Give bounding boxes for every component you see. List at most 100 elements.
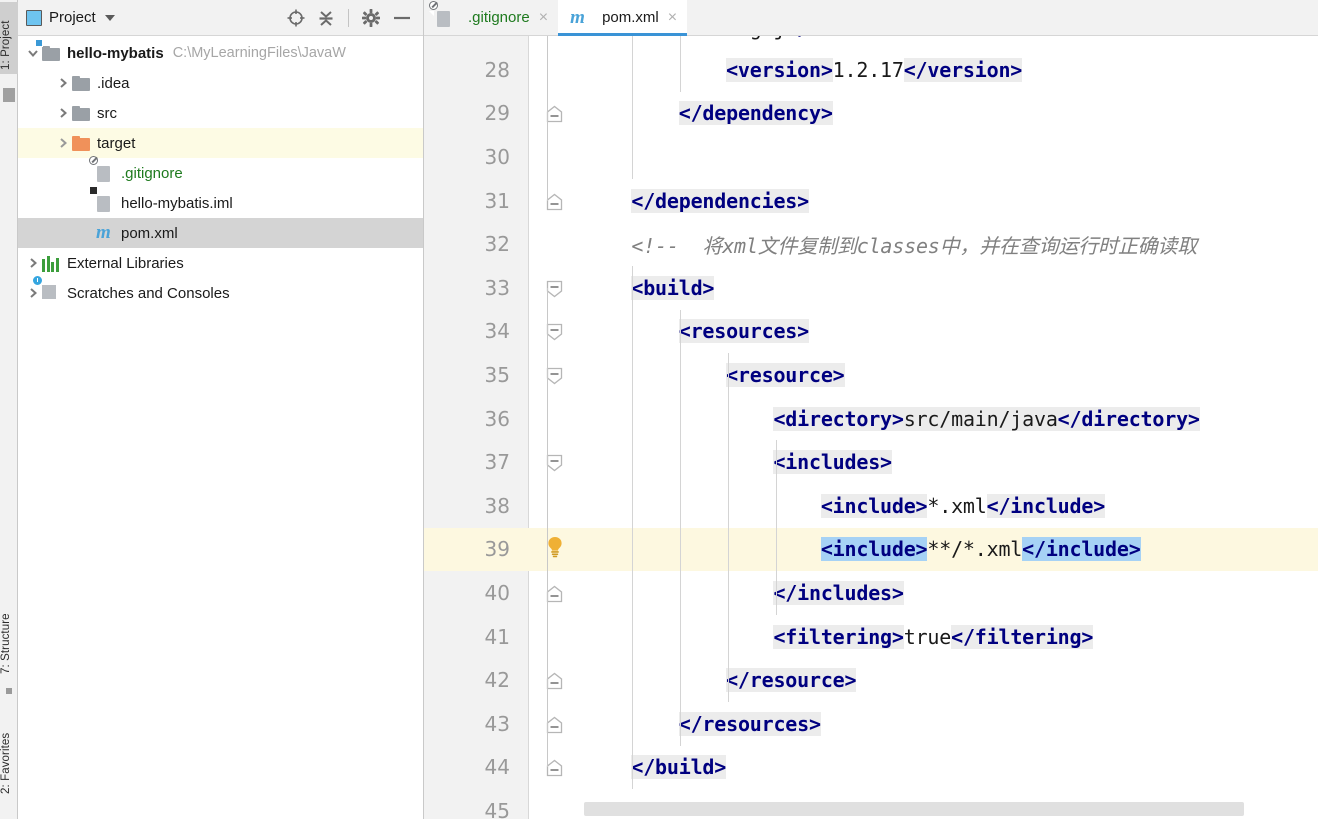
code-line[interactable]: 36 <directory> src/main/java </directory> bbox=[424, 397, 1318, 441]
code-editor[interactable]: <artifactId>log4j</artifactId>28 <versio… bbox=[424, 36, 1318, 819]
code-line[interactable]: 38 <include> *.xml </include> bbox=[424, 484, 1318, 528]
code-line[interactable]: 35 <resource> bbox=[424, 353, 1318, 397]
fold-gutter-cell[interactable] bbox=[530, 397, 576, 441]
chevron-collapsed-icon[interactable] bbox=[24, 284, 42, 302]
editor-tab-label: .gitignore bbox=[468, 9, 530, 26]
code-line-text: <!-- 将xml文件复制到classes中，并在查询运行时正确读取 bbox=[584, 222, 1197, 266]
fold-gutter-cell[interactable] bbox=[530, 222, 576, 266]
code-line[interactable]: 34 <resources> bbox=[424, 310, 1318, 354]
folder-icon bbox=[72, 74, 92, 92]
code-line[interactable]: 29 </dependency> bbox=[424, 92, 1318, 136]
code-line[interactable]: 39 <include> **/*.xml </include> bbox=[424, 527, 1318, 572]
code-line[interactable]: 44 </build> bbox=[424, 746, 1318, 790]
minimize-icon[interactable] bbox=[391, 8, 413, 28]
code-token: <!-- 将xml文件复制到classes中，并在查询运行时正确读取 bbox=[631, 233, 1198, 258]
tree-node-target[interactable]: target bbox=[18, 128, 423, 158]
code-line[interactable]: 42 </resource> bbox=[424, 658, 1318, 702]
tree-node-scratches-and-consoles[interactable]: Scratches and Consoles bbox=[18, 275, 423, 308]
chevron-collapsed-icon[interactable] bbox=[54, 104, 72, 122]
fold-gutter-cell[interactable] bbox=[530, 789, 576, 819]
fold-gutter-cell[interactable] bbox=[530, 92, 576, 136]
code-token: </artifactId> bbox=[785, 36, 939, 40]
horizontal-scrollbar[interactable] bbox=[584, 802, 1244, 816]
fold-end-icon[interactable] bbox=[546, 585, 563, 603]
code-token: </dependency> bbox=[678, 101, 833, 126]
fold-end-icon[interactable] bbox=[546, 193, 563, 210]
tree-node-gitignore[interactable]: .gitignore bbox=[18, 156, 423, 188]
tool-button-project[interactable]: 1: Project bbox=[0, 2, 18, 74]
code-lines[interactable]: <artifactId>log4j</artifactId>28 <versio… bbox=[424, 36, 1318, 819]
code-line[interactable]: 43 </resources> bbox=[424, 702, 1318, 746]
tool-button-favorites[interactable]: 2: Favorites bbox=[0, 706, 18, 798]
fold-start-icon[interactable] bbox=[546, 454, 563, 472]
chevron-collapsed-icon[interactable] bbox=[54, 74, 72, 92]
code-line[interactable]: 31 </dependencies> bbox=[424, 179, 1318, 223]
fold-end-icon[interactable] bbox=[546, 716, 563, 733]
fold-gutter-cell[interactable] bbox=[530, 179, 576, 223]
fold-gutter-cell[interactable] bbox=[530, 615, 576, 659]
tree-node-external-libraries[interactable]: External Libraries bbox=[18, 248, 423, 278]
maven-file-icon: m bbox=[96, 222, 111, 243]
fold-start-icon[interactable] bbox=[546, 280, 563, 298]
chevron-collapsed-icon[interactable] bbox=[24, 254, 42, 272]
code-token: <build> bbox=[631, 275, 715, 300]
fold-end-icon[interactable] bbox=[546, 105, 563, 123]
fold-start-icon[interactable] bbox=[546, 367, 563, 385]
code-line[interactable]: 32 <!-- 将xml文件复制到classes中，并在查询运行时正确读取 bbox=[424, 222, 1318, 266]
fold-gutter-cell[interactable] bbox=[530, 746, 576, 790]
fold-end-icon[interactable] bbox=[546, 759, 563, 777]
code-line-text: <includes> bbox=[584, 440, 892, 484]
chevron-down-icon[interactable] bbox=[104, 14, 115, 21]
fold-gutter-cell[interactable] bbox=[530, 353, 576, 397]
code-token: </directory> bbox=[1057, 406, 1200, 431]
fold-gutter-cell[interactable] bbox=[530, 135, 576, 179]
editor-tab-gitignore[interactable]: .gitignore × bbox=[424, 0, 558, 35]
code-line[interactable]: 41 <filtering> true </filtering> bbox=[424, 615, 1318, 659]
fold-end-icon[interactable] bbox=[546, 672, 563, 690]
tree-node-label: Scratches and Consoles bbox=[67, 284, 230, 302]
code-line[interactable]: 33 <build> bbox=[424, 266, 1318, 310]
tree-node-hello-mybatis[interactable]: hello-mybatis C:\MyLearningFiles\JavaW bbox=[18, 38, 423, 68]
code-line[interactable]: 40 </includes> bbox=[424, 571, 1318, 615]
line-number: 38 bbox=[484, 493, 510, 518]
fold-start-icon[interactable] bbox=[546, 323, 563, 341]
libraries-icon bbox=[42, 254, 62, 272]
code-line[interactable]: 28 <version> 1.2.17 </version> bbox=[424, 48, 1318, 92]
fold-gutter-cell[interactable] bbox=[530, 48, 576, 92]
tree-node-iml[interactable]: hello-mybatis.iml bbox=[18, 186, 423, 218]
fold-gutter-cell[interactable] bbox=[530, 658, 576, 702]
code-token: <directory> bbox=[773, 406, 904, 431]
fold-gutter-cell[interactable] bbox=[530, 310, 576, 354]
fold-gutter-cell[interactable] bbox=[530, 484, 576, 528]
collapse-all-icon[interactable] bbox=[316, 8, 336, 28]
tree-node-idea[interactable]: .idea bbox=[18, 68, 423, 98]
tree-node-label: target bbox=[97, 134, 136, 152]
code-token: src/main/java bbox=[903, 406, 1058, 431]
close-icon[interactable]: × bbox=[668, 9, 677, 26]
editor-tab-pom-xml[interactable]: m pom.xml × bbox=[558, 0, 688, 36]
editor-tab-label: pom.xml bbox=[602, 9, 659, 26]
code-token: </build> bbox=[631, 755, 727, 780]
project-panel-title-group[interactable]: Project bbox=[26, 9, 115, 26]
close-icon[interactable]: × bbox=[539, 9, 548, 26]
fold-gutter-cell[interactable] bbox=[530, 528, 576, 572]
lightbulb-icon[interactable] bbox=[542, 534, 568, 565]
fold-gutter-cell[interactable] bbox=[530, 440, 576, 484]
fold-gutter-cell[interactable] bbox=[530, 266, 576, 310]
locate-icon[interactable] bbox=[286, 8, 306, 28]
fold-gutter-cell[interactable] bbox=[530, 571, 576, 615]
code-line[interactable]: 37 <includes> bbox=[424, 440, 1318, 484]
gear-icon[interactable] bbox=[361, 8, 381, 28]
code-line[interactable]: 30 bbox=[424, 135, 1318, 179]
chevron-collapsed-icon[interactable] bbox=[54, 134, 72, 152]
code-token: *.xml bbox=[927, 493, 987, 518]
tree-node-src[interactable]: src bbox=[18, 98, 423, 128]
tool-button-structure[interactable]: 7: Structure bbox=[0, 588, 18, 678]
fold-gutter-cell[interactable] bbox=[530, 702, 576, 746]
tree-node-pom-xml[interactable]: m pom.xml bbox=[18, 218, 423, 248]
